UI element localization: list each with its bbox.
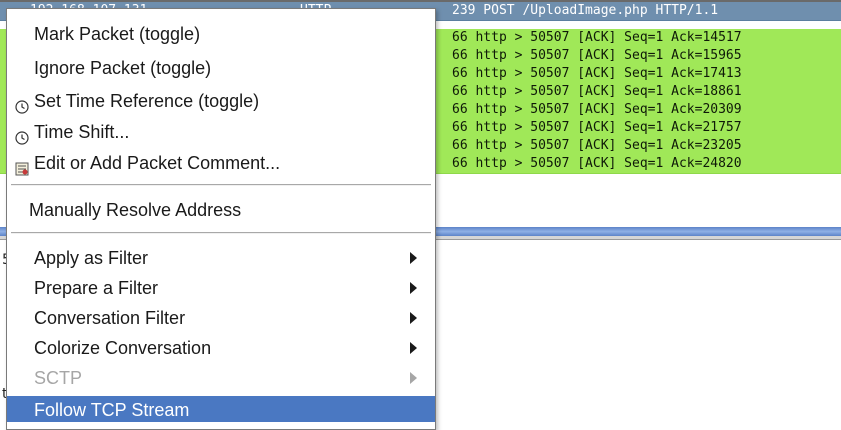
menu-item-label: Prepare a Filter bbox=[34, 278, 159, 298]
chevron-right-icon bbox=[410, 282, 417, 294]
chevron-right-icon bbox=[410, 342, 417, 354]
menu-item-resolve-address[interactable]: Manually Resolve Address bbox=[7, 196, 435, 224]
menu-item-label: Colorize Conversation bbox=[34, 338, 212, 358]
menu-item-time-shift[interactable]: Time Shift... bbox=[7, 118, 435, 146]
clock-icon bbox=[15, 125, 29, 145]
menu-item-conversation-filter[interactable]: Conversation Filter bbox=[7, 304, 435, 332]
packet-info: 66 http > 50507 [ACK] Seq=1 Ack=23205 bbox=[452, 138, 742, 153]
menu-item-apply-filter[interactable]: Apply as Filter bbox=[7, 244, 435, 272]
comment-icon bbox=[15, 156, 29, 176]
menu-item-label: Ignore Packet (toggle) bbox=[34, 58, 212, 78]
packet-info: 239 POST /UploadImage.php HTTP/1.1 bbox=[452, 3, 719, 18]
chevron-right-icon bbox=[410, 252, 417, 264]
menu-item-label: Apply as Filter bbox=[34, 248, 149, 268]
menu-separator bbox=[11, 184, 431, 186]
menu-item-label: Set Time Reference (toggle) bbox=[34, 91, 260, 111]
menu-item-edit-comment[interactable]: Edit or Add Packet Comment... bbox=[7, 149, 435, 177]
menu-item-prepare-filter[interactable]: Prepare a Filter bbox=[7, 274, 435, 302]
menu-item-label: Time Shift... bbox=[34, 122, 130, 142]
packet-info: 66 http > 50507 [ACK] Seq=1 Ack=21757 bbox=[452, 120, 742, 135]
menu-item-sctp: SCTP bbox=[7, 364, 435, 392]
menu-item-label: SCTP bbox=[34, 368, 83, 388]
menu-item-label: Edit or Add Packet Comment... bbox=[34, 153, 281, 173]
chevron-right-icon bbox=[410, 372, 417, 384]
packet-info: 66 http > 50507 [ACK] Seq=1 Ack=24820 bbox=[452, 156, 742, 171]
menu-item-ignore-packet[interactable]: Ignore Packet (toggle) bbox=[7, 54, 435, 82]
menu-item-set-time-reference[interactable]: Set Time Reference (toggle) bbox=[7, 87, 435, 115]
menu-item-label: Manually Resolve Address bbox=[29, 200, 242, 220]
menu-item-mark-packet[interactable]: Mark Packet (toggle) bbox=[7, 20, 435, 48]
menu-separator bbox=[11, 232, 431, 234]
packet-info: 66 http > 50507 [ACK] Seq=1 Ack=20309 bbox=[452, 102, 742, 117]
menu-item-label: Conversation Filter bbox=[34, 308, 186, 328]
packet-info: 66 http > 50507 [ACK] Seq=1 Ack=14517 bbox=[452, 30, 742, 45]
menu-item-follow-tcp-stream[interactable]: Follow TCP Stream bbox=[7, 396, 435, 422]
packet-info: 66 http > 50507 [ACK] Seq=1 Ack=18861 bbox=[452, 84, 742, 99]
clock-icon bbox=[15, 94, 29, 114]
packet-info: 66 http > 50507 [ACK] Seq=1 Ack=17413 bbox=[452, 66, 742, 81]
menu-item-colorize-conversation[interactable]: Colorize Conversation bbox=[7, 334, 435, 362]
chevron-right-icon bbox=[410, 312, 417, 324]
context-menu: Mark Packet (toggle) Ignore Packet (togg… bbox=[6, 8, 436, 430]
menu-item-label: Mark Packet (toggle) bbox=[34, 24, 201, 44]
packet-info: 66 http > 50507 [ACK] Seq=1 Ack=15965 bbox=[452, 48, 742, 63]
